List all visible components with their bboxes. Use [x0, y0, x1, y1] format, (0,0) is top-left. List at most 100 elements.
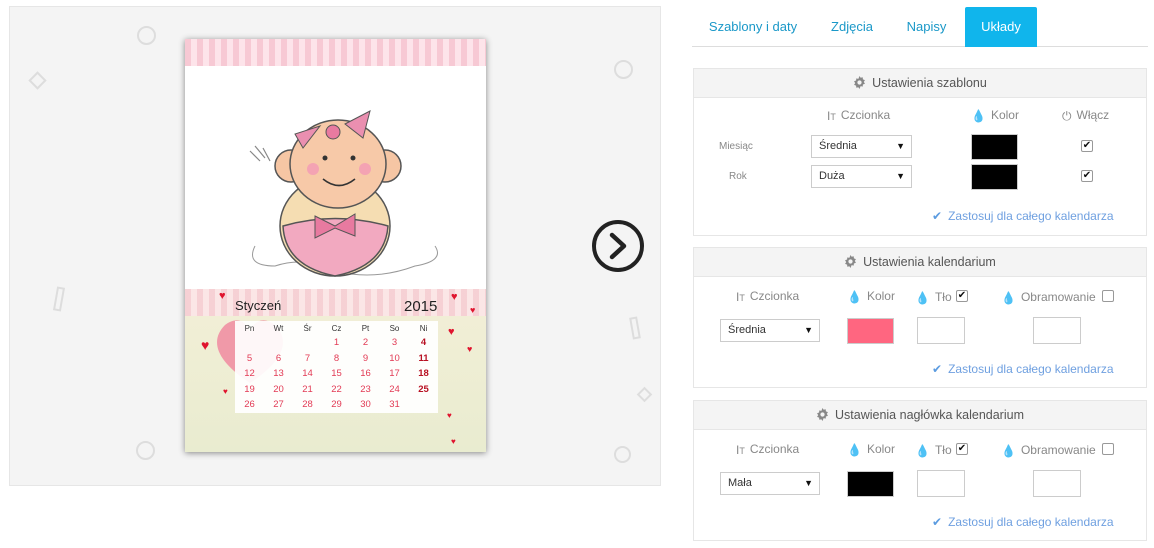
day-cell: 24	[389, 383, 400, 395]
heart-icon: ♥	[448, 326, 455, 338]
tab-templates-dates[interactable]: Szablony i daty	[696, 7, 810, 47]
border-checkbox[interactable]	[1102, 290, 1114, 302]
month-color-swatch[interactable]	[971, 134, 1018, 160]
panel-header: Ustawienia kalendarium	[694, 248, 1146, 277]
droplet-icon: 💧	[915, 291, 930, 305]
header-color-swatch[interactable]	[847, 471, 894, 497]
col-font: IT Czcionka	[736, 289, 800, 304]
panel-header: Ustawienia nagłówka kalendarium	[694, 401, 1146, 430]
border-checkbox[interactable]	[1102, 443, 1114, 455]
header-font-select[interactable]: Mała ▼	[720, 472, 820, 495]
bg-checkbox[interactable]: ✔	[956, 290, 968, 302]
chevron-right-circle-icon	[609, 232, 627, 260]
tab-texts[interactable]: Napisy	[895, 7, 958, 47]
day-cell: 8	[333, 352, 340, 364]
year-enable-checkbox[interactable]: ✔	[1081, 170, 1093, 182]
deco-circle	[614, 60, 633, 79]
calendarium-border-swatch[interactable]	[1033, 317, 1081, 344]
bg-checkbox[interactable]: ✔	[956, 443, 968, 455]
weekday-header-row: Pn Wt Śr Cz Pt So Ni	[235, 321, 438, 335]
col-border: 💧 Obramowanie	[1001, 290, 1096, 305]
day-cell: 11	[418, 352, 429, 364]
header-bg-swatch[interactable]	[917, 470, 965, 497]
baby-illustration	[249, 110, 438, 277]
col-bg: 💧 Tło	[915, 290, 952, 305]
check-icon: ✔	[932, 362, 943, 376]
month-font-select[interactable]: Średnia ▼	[811, 135, 912, 158]
day-cell: 1	[333, 337, 340, 349]
day-cell: 2	[362, 337, 369, 349]
template-settings-panel: Ustawienia szablonu IT Czcionka 💧 Kolor ⏻ W…	[693, 68, 1147, 236]
row-label-year: Rok	[729, 171, 747, 182]
day-cell: 15	[331, 368, 342, 380]
day-cell: 7	[304, 352, 311, 364]
heart-icon: ♥	[470, 305, 476, 315]
droplet-icon: 💧	[1001, 444, 1016, 458]
deco-rect	[52, 286, 66, 312]
calendarium-color-swatch[interactable]	[847, 318, 894, 344]
calendarium-font-select[interactable]: Średnia ▼	[720, 319, 820, 342]
droplet-icon: 💧	[915, 444, 930, 458]
weekday-label: Pn	[244, 323, 255, 333]
power-icon: ⏻	[1062, 109, 1072, 123]
check-icon: ✔	[932, 209, 943, 223]
week-row: 19 20 21 22 23 24 25	[235, 382, 438, 398]
gear-icon	[845, 255, 857, 268]
deco-circle	[137, 26, 156, 45]
heart-icon: ♥	[447, 411, 452, 420]
apply-all-link[interactable]: ✔ Zastosuj dla całego kalendarza	[932, 362, 1114, 376]
weekday-label: Cz	[331, 323, 342, 333]
droplet-icon: 💧	[847, 443, 862, 457]
week-row: 5 6 7 8 9 10 11	[235, 351, 438, 367]
deco-diamond	[28, 71, 47, 90]
dropdown-arrow-icon: ▼	[896, 171, 905, 181]
day-cell: 3	[391, 337, 398, 349]
day-cell: 31	[389, 399, 400, 411]
text-height-icon: IT	[736, 290, 745, 304]
tab-layouts[interactable]: Układy	[965, 7, 1037, 47]
text-height-icon: IT	[827, 109, 836, 123]
day-cell: 29	[331, 399, 342, 411]
col-enable: ⏻ Włącz	[1062, 108, 1110, 123]
settings-tabs: Szablony i daty Zdjęcia Napisy Układy	[692, 7, 1148, 47]
calendarium-bg-swatch[interactable]	[917, 317, 965, 344]
month-enable-checkbox[interactable]: ✔	[1081, 140, 1093, 152]
dropdown-arrow-icon: ▼	[896, 141, 905, 151]
weekday-label: Ni	[419, 323, 428, 333]
baby-photo[interactable]	[185, 66, 486, 289]
header-border-swatch[interactable]	[1033, 470, 1081, 497]
day-cell: 23	[360, 383, 371, 395]
next-page-button[interactable]	[592, 220, 644, 272]
col-font: IT Czcionka	[827, 108, 891, 123]
apply-all-link[interactable]: ✔ Zastosuj dla całego kalendarza	[932, 515, 1114, 529]
calendarium-header-settings-panel: Ustawienia nagłówka kalendarium IT Czcion…	[693, 400, 1147, 541]
day-cell: 20	[273, 383, 284, 395]
day-cell	[264, 335, 293, 351]
day-cell: 27	[273, 399, 284, 411]
calendar-page: ♥ ♥ ♥ ♥ ♥ ♥ ♥ ♥ ♥ Styczeń 2015 Pn Wt Śr Cz P…	[185, 39, 486, 452]
day-cell: 28	[302, 399, 313, 411]
month-label: Styczeń	[235, 298, 282, 313]
col-font: IT Czcionka	[736, 442, 800, 457]
heart-icon: ♥	[219, 290, 226, 302]
calendarium-settings-panel: Ustawienia kalendarium IT Czcionka 💧 Kolor…	[693, 247, 1147, 388]
top-stripes	[185, 39, 486, 66]
heart-icon: ♥	[467, 344, 473, 354]
day-cell	[409, 397, 438, 413]
day-cell: 10	[389, 352, 400, 364]
row-label-month: Miesiąc	[719, 141, 753, 152]
panel-title: Ustawienia kalendarium	[863, 255, 996, 269]
tab-photos[interactable]: Zdjęcia	[819, 7, 885, 47]
year-font-select[interactable]: Duża ▼	[811, 165, 912, 188]
day-cell: 9	[362, 352, 369, 364]
weekday-label: So	[389, 323, 400, 333]
year-color-swatch[interactable]	[971, 164, 1018, 190]
calendarium[interactable]: ♥ ♥ ♥ ♥ ♥ ♥ ♥ ♥ ♥ Styczeń 2015 Pn Wt Śr Cz P…	[185, 289, 486, 452]
week-row: 26 27 28 29 30 31	[235, 397, 438, 413]
check-icon: ✔	[932, 515, 943, 529]
apply-all-link[interactable]: ✔ Zastosuj dla całego kalendarza	[932, 209, 1114, 223]
deco-circle	[614, 446, 631, 463]
calendar-grid: Pn Wt Śr Cz Pt So Ni 1 2 3 4 5 6 7 8 9 10 11 12 13 14 15 16 17…	[235, 321, 438, 413]
heart-icon: ♥	[451, 291, 458, 303]
col-color: 💧 Kolor	[971, 108, 1019, 123]
